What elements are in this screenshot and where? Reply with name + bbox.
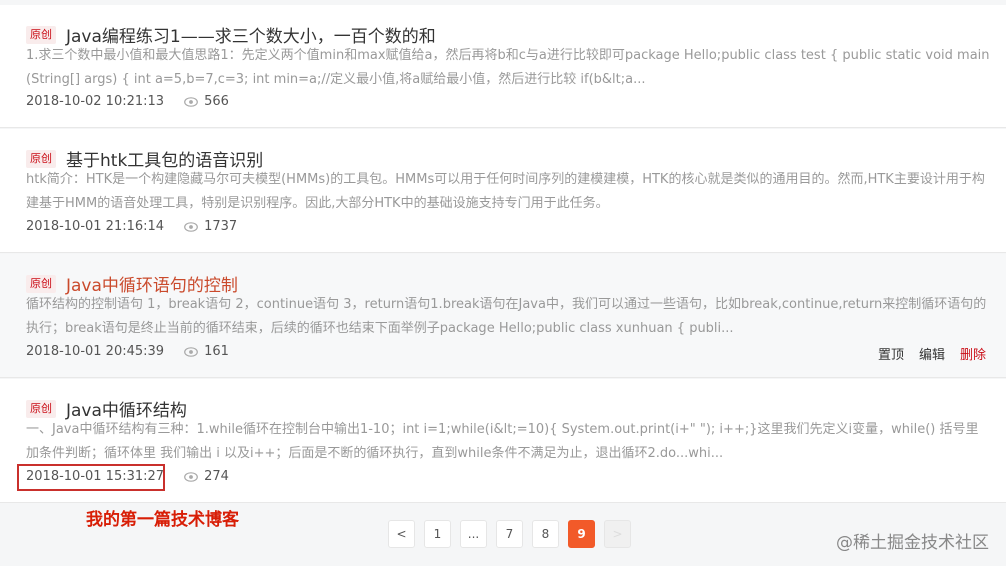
article-description[interactable]: 1.求三个数中最小值和最大值思路1：先定义两个值min和max赋值给a，然后再将… bbox=[26, 44, 991, 92]
original-badge: 原创 bbox=[26, 274, 56, 293]
prev-page-button[interactable]: < bbox=[388, 520, 415, 548]
eye-icon bbox=[184, 96, 198, 107]
view-count-value: 161 bbox=[204, 344, 229, 359]
view-count-value: 274 bbox=[204, 469, 229, 484]
view-count: 274 bbox=[184, 469, 229, 484]
original-badge: 原创 bbox=[26, 149, 56, 168]
pin-top-button[interactable]: 置顶 bbox=[878, 344, 904, 363]
view-count: 566 bbox=[184, 94, 229, 109]
article-item: 原创 Java编程练习1——求三个数大小，一百个数的和 1.求三个数中最小值和最… bbox=[0, 5, 1006, 128]
next-page-button[interactable]: > bbox=[604, 520, 631, 548]
publish-date: 2018-10-01 21:16:14 bbox=[26, 219, 165, 234]
page-button[interactable]: 8 bbox=[532, 520, 559, 548]
article-item: 原创 基于htk工具包的语音识别 htk简介：HTK是一个构建隐藏马尔可夫模型(… bbox=[0, 129, 1006, 253]
pagination: < 1 ... 7 8 9 > bbox=[388, 520, 640, 548]
view-count-value: 1737 bbox=[204, 219, 238, 234]
article-description[interactable]: 一、Java中循环结构有三种：1.while循环在控制台中输出1-10；int … bbox=[26, 418, 991, 466]
eye-icon bbox=[184, 346, 198, 357]
page-ellipsis[interactable]: ... bbox=[460, 520, 487, 548]
publish-date: 2018-10-01 20:45:39 bbox=[26, 344, 165, 359]
eye-icon bbox=[184, 221, 198, 232]
article-item: 原创 Java中循环语句的控制 循环结构的控制语句 1，break语句 2，co… bbox=[0, 254, 1006, 378]
current-page-button[interactable]: 9 bbox=[568, 520, 595, 548]
delete-button[interactable]: 删除 bbox=[960, 344, 986, 363]
article-list: 原创 Java编程练习1——求三个数大小，一百个数的和 1.求三个数中最小值和最… bbox=[0, 0, 1006, 566]
article-description[interactable]: 循环结构的控制语句 1，break语句 2，continue语句 3，retur… bbox=[26, 293, 991, 341]
original-badge: 原创 bbox=[26, 399, 56, 418]
page-button[interactable]: 7 bbox=[496, 520, 523, 548]
date-highlight-box bbox=[17, 464, 165, 491]
watermark: @稀土掘金技术社区 bbox=[836, 533, 989, 553]
article-operations: 置顶 编辑 删除 bbox=[863, 344, 986, 363]
article-meta: 2018-10-02 10:21:13 566 bbox=[26, 94, 229, 109]
publish-date: 2018-10-02 10:21:13 bbox=[26, 94, 165, 109]
view-count: 161 bbox=[184, 344, 229, 359]
article-description[interactable]: htk简介：HTK是一个构建隐藏马尔可夫模型(HMMs)的工具包。HMMs可以用… bbox=[26, 168, 991, 216]
page-button[interactable]: 1 bbox=[424, 520, 451, 548]
original-badge: 原创 bbox=[26, 25, 56, 44]
edit-button[interactable]: 编辑 bbox=[919, 344, 945, 363]
eye-icon bbox=[184, 471, 198, 482]
view-count: 1737 bbox=[184, 219, 237, 234]
view-count-value: 566 bbox=[204, 94, 229, 109]
annotation-text: 我的第一篇技术博客 bbox=[86, 510, 239, 530]
article-meta: 2018-10-01 21:16:14 1737 bbox=[26, 219, 237, 234]
article-meta: 2018-10-01 20:45:39 161 bbox=[26, 344, 229, 359]
